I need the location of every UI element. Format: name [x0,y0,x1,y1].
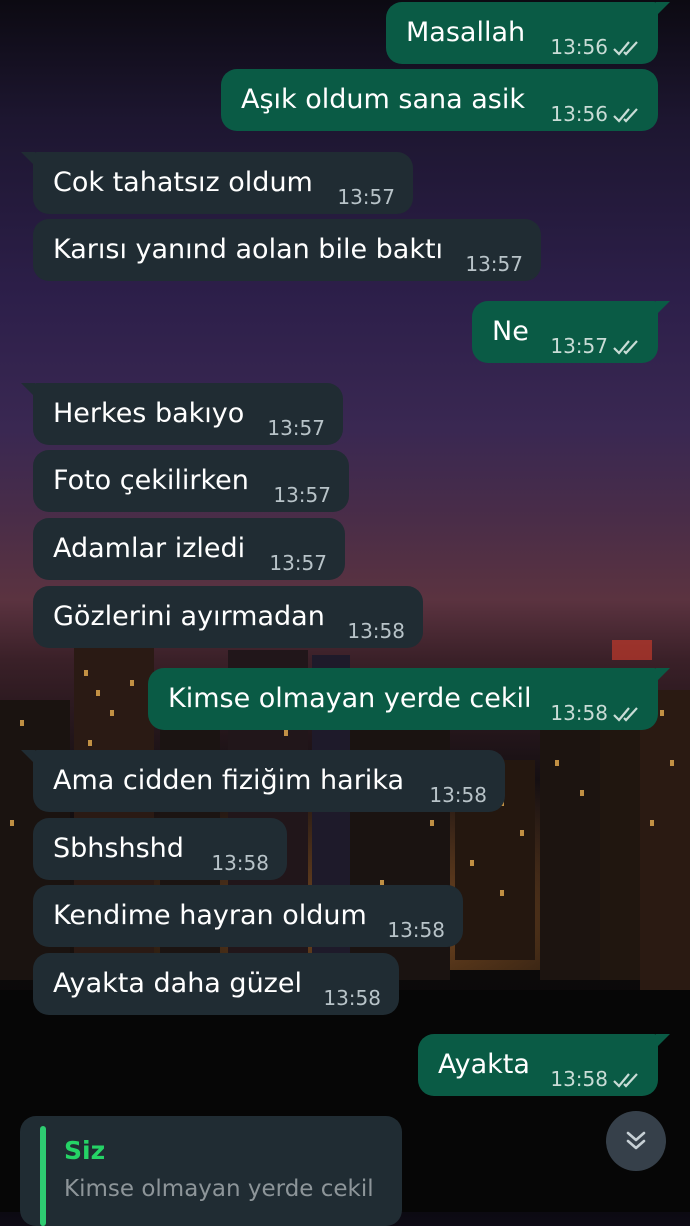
message-text: Ayakta [438,1049,530,1080]
message-time: 13:56 [550,34,608,59]
message-bubble-outgoing[interactable]: Ayakta 13:58 [418,1034,670,1096]
double-chevron-down-icon [626,1131,646,1150]
message-bubble-incoming[interactable]: Ayakta daha güzel 13:58 [33,953,399,1015]
message-time: 13:57 [273,483,331,507]
chat-message-list[interactable]: Masallah 13:56 Aşık oldum sana asik 13:5… [0,0,690,1226]
message-bubble-outgoing[interactable]: Aşık oldum sana asik 13:56 [221,69,658,131]
message-text: Aşık oldum sana asik [241,84,526,115]
message-text: Gözlerini ayırmadan [53,601,325,632]
message-bubble-incoming[interactable]: Gözlerini ayırmadan 13:58 [33,586,423,648]
message-meta: 13:58 [550,1068,642,1091]
scroll-to-bottom-button[interactable] [606,1111,666,1171]
message-meta: 13:56 [550,103,642,126]
message-text: Foto çekilirken [53,465,249,496]
double-check-icon [613,41,638,56]
message-time: 13:57 [550,333,608,358]
double-check-icon [613,108,638,123]
reply-accent-bar [40,1126,46,1226]
message-time: 13:58 [550,1066,608,1091]
message-meta: 13:58 [550,702,642,725]
message-bubble-incoming[interactable]: Kendime hayran oldum 13:58 [33,885,463,947]
message-bubble-outgoing[interactable]: Kimse olmayan yerde cekil 13:58 [148,668,670,730]
message-text: Ama cidden fiziğim harika [53,765,404,796]
message-bubble-incoming[interactable]: Adamlar izledi 13:57 [33,518,345,580]
message-bubble-incoming[interactable]: Sbhshshd 13:58 [33,818,287,880]
reply-quoted-text: Kimse olmayan yerde cekil [64,1176,374,1202]
message-bubble-incoming[interactable]: Karısı yanınd aolan bile baktı 13:57 [33,219,541,281]
message-text: Cok tahatsız oldum [53,167,313,198]
message-time: 13:57 [267,416,325,440]
reply-sender-name: Siz [64,1136,106,1165]
message-bubble-incoming[interactable]: Foto çekilirken 13:57 [33,450,349,512]
message-text: Masallah [406,17,526,48]
message-text: Adamlar izledi [53,533,246,564]
message-bubble-incoming[interactable]: Cok tahatsız oldum 13:57 [21,152,413,214]
message-time: 13:57 [337,185,395,209]
message-time: 13:58 [387,918,445,942]
message-bubble-outgoing[interactable]: Masallah 13:56 [386,2,670,64]
message-text: Ayakta daha güzel [53,968,302,999]
message-meta: 13:56 [550,36,642,59]
message-text: Sbhshshd [53,833,184,864]
message-bubble-incoming[interactable]: Ama cidden fiziğim harika 13:58 [21,750,505,812]
double-check-icon [613,707,638,722]
message-text: Ne [492,316,529,347]
message-time: 13:58 [323,986,381,1010]
double-check-icon [613,340,638,355]
message-text: Kendime hayran oldum [53,900,367,931]
double-check-icon [613,1073,638,1088]
message-text: Kimse olmayan yerde cekil [168,683,532,714]
message-time: 13:58 [211,851,269,875]
message-time: 13:58 [550,700,608,725]
message-time: 13:57 [269,551,327,575]
message-text: Karısı yanınd aolan bile baktı [53,234,444,265]
message-time: 13:58 [347,619,405,643]
message-time: 13:58 [429,783,487,807]
message-time: 13:56 [550,101,608,126]
message-text: Herkes bakıyo [53,398,245,429]
message-time: 13:57 [465,252,523,276]
quoted-reply-message[interactable]: Siz Kimse olmayan yerde cekil [20,1116,402,1226]
message-bubble-outgoing[interactable]: Ne 13:57 [472,301,670,363]
message-bubble-incoming[interactable]: Herkes bakıyo 13:57 [21,383,343,445]
message-meta: 13:57 [550,335,642,358]
